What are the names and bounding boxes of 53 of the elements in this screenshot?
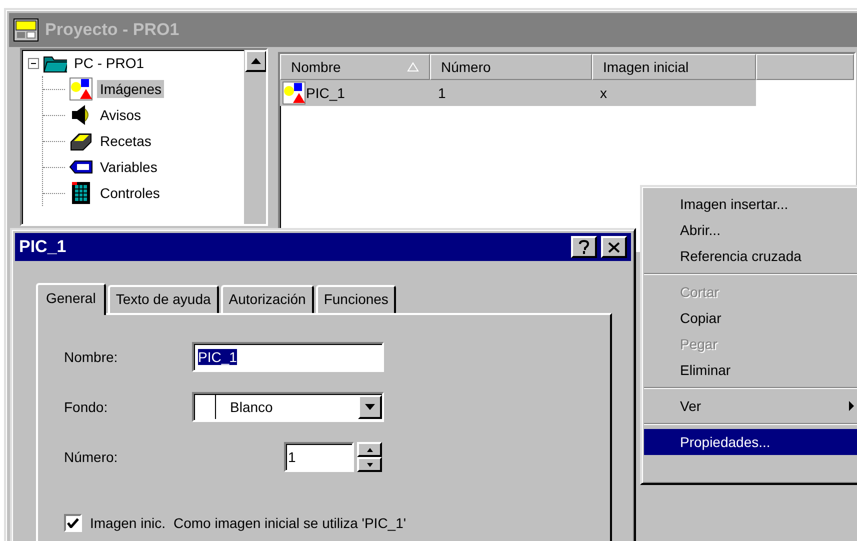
- text-field[interactable]: PIC_1: [192, 342, 384, 372]
- table-cell: x: [592, 80, 756, 106]
- tree-item[interactable]: Imágenes: [97, 80, 164, 98]
- grid-icon: [69, 181, 93, 205]
- close-button[interactable]: [601, 236, 627, 258]
- tab[interactable]: Texto de ayuda: [108, 285, 219, 313]
- column-header[interactable]: Imagen inicial: [592, 54, 756, 80]
- tab[interactable]: General: [36, 283, 106, 315]
- checkbox-label[interactable]: Imagen inic.: [90, 514, 166, 532]
- menu-item[interactable]: Abrir...: [644, 217, 857, 243]
- column-header[interactable]: Número: [430, 54, 592, 80]
- app-icon: [13, 18, 39, 42]
- spin-down-button[interactable]: [357, 457, 382, 472]
- table-cell: 1: [430, 80, 592, 106]
- help-icon: [579, 240, 589, 254]
- scroll-up-button[interactable]: [245, 50, 266, 72]
- table-cell[interactable]: PIC_1: [280, 80, 430, 106]
- menu-item[interactable]: Propiedades...: [644, 429, 857, 455]
- check-icon: [67, 518, 79, 528]
- caret-icon: [365, 404, 375, 410]
- collapse-icon[interactable]: [28, 58, 39, 68]
- menu-item[interactable]: Ver: [644, 393, 857, 419]
- menu-item[interactable]: Eliminar: [644, 357, 857, 383]
- menu-item[interactable]: Imagen insertar...: [644, 191, 857, 217]
- close-icon: [608, 242, 620, 252]
- dropdown[interactable]: Blanco: [192, 392, 384, 422]
- window-title: PIC_1: [19, 236, 66, 258]
- submenu-arrow-icon: [849, 401, 854, 411]
- spin-up-button[interactable]: [357, 442, 382, 457]
- tab[interactable]: Autorización: [220, 285, 314, 313]
- field-label: Fondo:: [64, 398, 109, 416]
- shapes-icon: [282, 81, 306, 105]
- number-field[interactable]: 1: [284, 442, 354, 472]
- checkbox[interactable]: [64, 514, 82, 532]
- window-title: Proyecto - PRO1: [45, 20, 180, 40]
- field-label: Nombre:: [64, 348, 119, 366]
- menu-item[interactable]: Referencia cruzada: [644, 243, 857, 269]
- tab[interactable]: Funciones: [316, 285, 396, 313]
- tree-item[interactable]: PC - PRO1: [71, 54, 148, 72]
- tree-item[interactable]: Recetas: [97, 132, 154, 150]
- tree-item[interactable]: Variables: [97, 158, 160, 176]
- menu-item[interactable]: Copiar: [644, 305, 857, 331]
- hint-text: Como imagen inicial se utiliza 'PIC_1': [173, 514, 406, 532]
- field-label: Número:: [64, 448, 119, 466]
- down-arrow-icon: [366, 462, 372, 466]
- up-arrow-icon: [366, 448, 372, 452]
- up-arrow-icon: [251, 58, 261, 64]
- scrollbar[interactable]: [244, 50, 266, 224]
- help-button[interactable]: [571, 236, 597, 258]
- tree-item[interactable]: Controles: [97, 184, 163, 202]
- shapes-icon: [69, 77, 93, 101]
- tree-item[interactable]: Avisos: [97, 106, 144, 124]
- column-header[interactable]: Nombre: [280, 54, 430, 80]
